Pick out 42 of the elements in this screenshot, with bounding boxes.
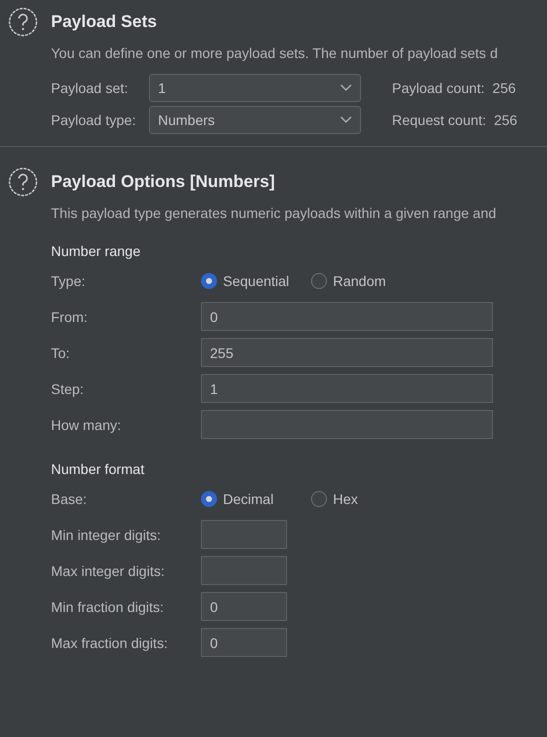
field-label: Payload set: (51, 80, 130, 96)
radio-button[interactable] (311, 272, 327, 288)
input-field[interactable] (201, 556, 287, 585)
count-label: Payload count: 256 (392, 80, 516, 96)
field-label: From: (51, 308, 89, 324)
field-label: Payload type: (51, 112, 137, 128)
input-field[interactable]: 255 (201, 338, 493, 367)
input-field[interactable]: 0 (201, 628, 287, 657)
help-icon[interactable] (8, 7, 38, 37)
help-icon[interactable] (8, 167, 38, 197)
chevron-down-icon (340, 84, 352, 91)
count-label: Request count: 256 (392, 112, 518, 128)
radio-label[interactable]: Decimal (223, 490, 274, 506)
field-label: Max integer digits: (51, 562, 166, 578)
radio-button[interactable] (201, 272, 217, 288)
radio-button[interactable] (311, 490, 327, 506)
radio-label[interactable]: Hex (333, 490, 358, 506)
section-description: You can define one or more payload sets. The number of payload sets d (51, 45, 499, 61)
input-field[interactable] (201, 410, 493, 439)
field-label: Type: (51, 272, 86, 288)
field-label: Min integer digits: (51, 526, 162, 542)
group-heading: Number range (51, 243, 142, 259)
field-label: To: (51, 344, 71, 360)
field-label: Base: (51, 490, 88, 506)
chevron-down-icon (340, 116, 352, 123)
field-label: Min fraction digits: (51, 598, 165, 614)
input-field[interactable]: 0 (201, 302, 493, 331)
input-field[interactable]: 0 (201, 592, 287, 621)
input-field[interactable]: 1 (201, 374, 493, 403)
group-heading: Number format (51, 461, 146, 477)
input-field[interactable] (201, 520, 287, 549)
field-label: Max fraction digits: (51, 634, 169, 650)
section-title: Payload Options [Numbers] (51, 172, 275, 192)
radio-label[interactable]: Sequential (223, 272, 290, 288)
section-description: This payload type generates numeric payloads within a given range and (51, 205, 498, 221)
field-label: Step: (51, 380, 85, 396)
dropdown[interactable]: Numbers (149, 106, 361, 134)
section-title: Payload Sets (51, 12, 157, 32)
field-label: How many: (51, 416, 122, 432)
radio-button[interactable] (201, 490, 217, 506)
dropdown[interactable]: 1 (149, 74, 361, 102)
radio-label[interactable]: Random (333, 272, 386, 288)
